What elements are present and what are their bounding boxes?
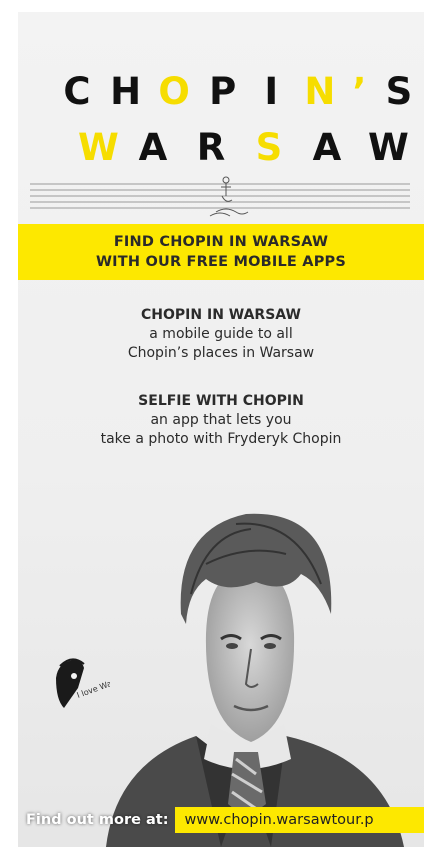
app-desc-line: a mobile guide to all <box>149 326 293 342</box>
title-letter-highlight: W <box>78 126 119 169</box>
title-letter: A <box>312 126 342 169</box>
title-letter: C <box>63 70 91 113</box>
website-link[interactable]: www.chopin.warsawtour.p <box>174 807 424 833</box>
title-letter: R <box>196 126 226 169</box>
footer-bar: Find out more at: www.chopin.warsawtour.… <box>18 803 424 837</box>
title-letter: I <box>264 70 279 113</box>
app-description: CHOPIN IN WARSAW a mobile guide to all C… <box>18 306 424 363</box>
app-desc-line: Chopin’s places in Warsaw <box>127 345 315 361</box>
music-staff-mermaid-icon <box>30 176 410 217</box>
i-love-warsaw-stamp-icon: I love Warsaw <box>56 658 110 708</box>
chopin-portrait-illustration <box>106 513 404 847</box>
title-apostrophe: ’ <box>352 70 367 113</box>
find-out-more-label: Find out more at: <box>26 812 169 828</box>
title-letter: W <box>368 126 409 169</box>
app-description: SELFIE WITH CHOPIN an app that lets you … <box>18 392 424 449</box>
title-chopins: C H O P I N ’ S <box>18 70 424 114</box>
banner-line: WITH OUR FREE MOBILE APPS <box>95 254 347 270</box>
title-letter-highlight: O <box>158 70 190 113</box>
title-letter: A <box>138 126 168 169</box>
app-name: SELFIE WITH CHOPIN <box>138 393 304 409</box>
promo-banner: FIND CHOPIN IN WARSAW WITH OUR FREE MOBI… <box>18 224 424 280</box>
title-letter: S <box>385 70 413 113</box>
title-warsaw: W A R S A W <box>18 126 424 170</box>
title-letter: H <box>110 70 142 113</box>
title-letter: P <box>209 70 237 113</box>
title-letter-highlight: S <box>255 126 283 169</box>
app-name: CHOPIN IN WARSAW <box>141 307 301 323</box>
banner-line: FIND CHOPIN IN WARSAW <box>113 234 329 250</box>
app-desc-line: an app that lets you <box>150 412 292 428</box>
title-letter-highlight: N <box>304 70 336 113</box>
app-desc-line: take a photo with Fryderyk Chopin <box>100 431 342 447</box>
poster: C H O P I N ’ S W A R S A W FIND CHOPIN <box>18 12 424 847</box>
